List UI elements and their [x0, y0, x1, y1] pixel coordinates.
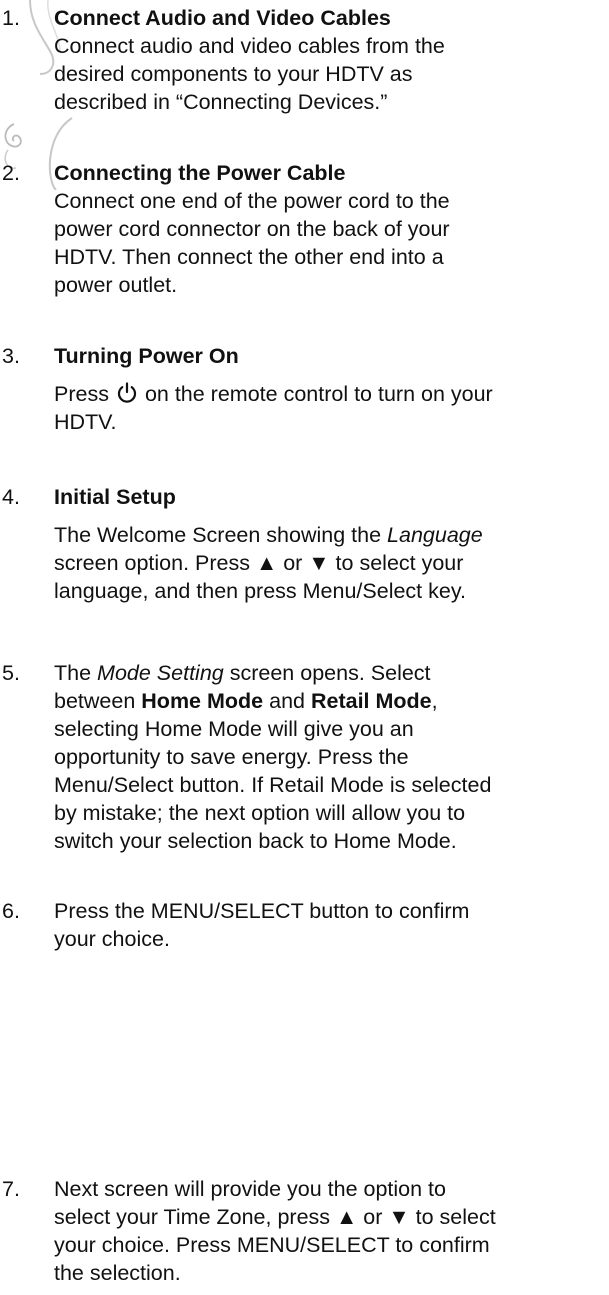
- item-number: 7.: [2, 1177, 20, 1201]
- item-line: your choice. Press MENU/SELECT to confir…: [54, 1233, 490, 1257]
- item-line: language, and then press Menu/Select key…: [54, 579, 466, 603]
- item-line: selecting Home Mode will give you an: [54, 717, 414, 741]
- item-heading: Turning Power On: [54, 344, 239, 368]
- item-content: Turning Power On Press on the remote con…: [54, 342, 606, 436]
- item-content: Initial Setup The Welcome Screen showing…: [54, 483, 606, 605]
- bold-text: Retail Mode: [310, 689, 432, 713]
- item-line: screen option. Press ▲ or ▼ to select yo…: [54, 551, 464, 575]
- item-content: Press the MENU/SELECT button to confirm …: [54, 897, 606, 953]
- item-line: by mistake; the next option will allow y…: [54, 801, 466, 825]
- item-heading: Connect Audio and Video Cables: [54, 6, 391, 30]
- text-segment: ,: [431, 689, 438, 713]
- item-line: HDTV. Then connect the other end into a: [54, 245, 444, 269]
- item-number: 1.: [2, 6, 20, 30]
- item-content: Next screen will provide you the option …: [54, 1175, 606, 1287]
- item-number: 6.: [2, 899, 20, 923]
- item-line: power cord connector on the back of your: [54, 217, 450, 241]
- item-line: The Welcome Screen showing the Language: [54, 521, 606, 549]
- text-segment: The Welcome Screen showing the: [54, 523, 382, 547]
- item-line: between Home Mode and Retail Mode,: [54, 687, 606, 715]
- item-content: Connecting the Power Cable Connect one e…: [54, 159, 606, 299]
- item-content: Connect Audio and Video Cables Connect a…: [54, 4, 606, 116]
- item-line: HDTV.: [54, 410, 117, 434]
- item-line: power outlet.: [54, 273, 178, 297]
- text-segment: on the remote control to turn on your: [144, 382, 493, 406]
- item-heading: Initial Setup: [54, 485, 176, 509]
- emphasis-text: Mode Setting: [97, 661, 224, 685]
- item-line: described in “Connecting Devices.”: [54, 90, 388, 114]
- text-segment: Press: [54, 382, 109, 406]
- item-line: the selection.: [54, 1261, 181, 1285]
- text-segment: The: [54, 661, 92, 685]
- item-number: 3.: [2, 344, 20, 368]
- emphasis-text: Language: [387, 523, 483, 547]
- item-line: your choice.: [54, 927, 170, 951]
- item-line: The Mode Setting screen opens. Select: [54, 659, 606, 687]
- item-line: switch your selection back to Home Mode.: [54, 829, 457, 853]
- item-line: select your Time Zone, press ▲ or ▼ to s…: [54, 1205, 496, 1229]
- bold-text: Home Mode: [141, 689, 264, 713]
- item-number: 5.: [2, 661, 20, 685]
- item-line: opportunity to save energy. Press the: [54, 745, 409, 769]
- item-line: desired components to your HDTV as: [54, 62, 413, 86]
- item-heading: Connecting the Power Cable: [54, 161, 346, 185]
- item-line: Next screen will provide you the option …: [54, 1177, 446, 1201]
- text-segment: and: [269, 689, 305, 713]
- item-content: The Mode Setting screen opens. Select be…: [54, 659, 606, 855]
- text-segment: between: [54, 689, 136, 713]
- item-number: 2.: [2, 161, 20, 185]
- item-line: Press the MENU/SELECT button to confirm: [54, 899, 470, 923]
- power-icon: [117, 382, 137, 403]
- text-segment: screen opens. Select: [229, 661, 431, 685]
- item-number: 4.: [2, 485, 20, 509]
- item-line: Menu/Select button. If Retail Mode is se…: [54, 773, 492, 797]
- item-line: Connect one end of the power cord to the: [54, 189, 450, 213]
- item-line: Press on the remote control to turn on y…: [54, 380, 606, 408]
- item-line: Connect audio and video cables from the: [54, 34, 445, 58]
